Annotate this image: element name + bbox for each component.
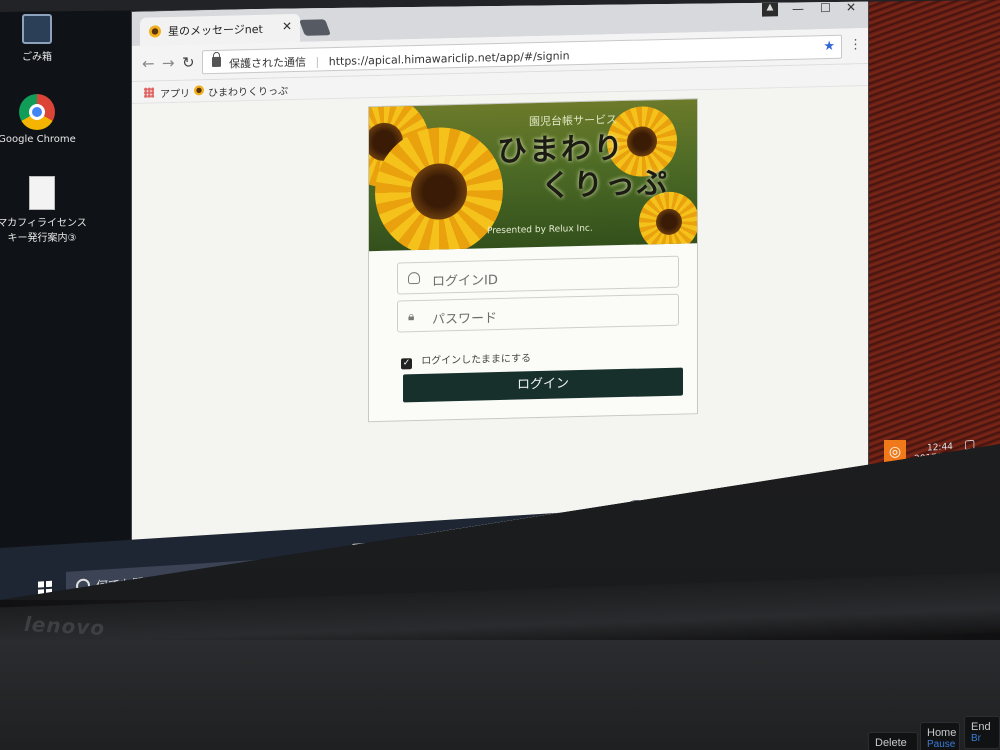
- key-label: End: [971, 721, 991, 733]
- login-id-placeholder: ログインID: [432, 273, 498, 290]
- minimize-icon[interactable]: —: [792, 2, 804, 16]
- remember-me-checkbox[interactable]: ✓ ログインしたままにする: [401, 349, 531, 370]
- tab-title: 星のメッセージnet: [168, 22, 263, 39]
- checkbox-checked-icon[interactable]: ✓: [401, 358, 412, 370]
- desktop-icon-mcafee-doc[interactable]: マカフィライセンスキー発行案内③: [0, 176, 88, 244]
- key-label: Home: [927, 727, 957, 739]
- reload-icon[interactable]: ↻: [182, 53, 195, 71]
- chrome-icon: [19, 94, 55, 130]
- sunflower-favicon-icon: [194, 85, 204, 96]
- desktop-icon-label: Google Chrome: [0, 134, 76, 145]
- banner-title-line2: くりっぷ: [541, 165, 669, 205]
- page-content: 園児台帳サービス ひまわり くりっぷ Presented by Relux In…: [132, 86, 868, 543]
- desktop-icon-label: ごみ箱: [22, 52, 52, 63]
- bookmark-star-icon[interactable]: ★: [823, 39, 835, 54]
- omnibox-separator: |: [315, 55, 320, 69]
- key-sublabel: Pause: [927, 739, 956, 750]
- login-id-field[interactable]: ログインID: [397, 255, 679, 295]
- tab-close-icon[interactable]: ✕: [282, 19, 292, 33]
- key-sublabel: Br: [971, 733, 981, 744]
- new-tab-button[interactable]: [299, 19, 331, 36]
- url-text: https://apical.himawariclip.net/app/#/si…: [328, 49, 570, 69]
- window-close-icon[interactable]: ✕: [846, 0, 856, 14]
- desktop-icon-label: マカフィライセンスキー発行案内③: [0, 218, 87, 244]
- desktop-icon-chrome[interactable]: Google Chrome: [0, 94, 82, 145]
- forward-arrow-icon[interactable]: →: [162, 54, 175, 72]
- remember-me-label: ログインしたままにする: [421, 353, 531, 367]
- security-label: 保護された通信: [229, 55, 306, 71]
- browser-window: 星のメッセージnet ✕ ▲ — ☐ ✕ ← → ↻ 保護された通信 | htt…: [132, 0, 868, 543]
- banner-title: ひまわり くりっぷ: [497, 130, 669, 206]
- banner-title-line1: ひまわり: [497, 130, 625, 170]
- end-key[interactable]: End Br: [964, 716, 1000, 749]
- photo: ◎ ごみ箱 Google Chrome マカフィライセンスキー発行案内③ 星のメ…: [0, 0, 1000, 750]
- banner-subtitle: 園児台帳サービス: [529, 113, 617, 129]
- sunflower-banner: 園児台帳サービス ひまわり くりっぷ Presented by Relux In…: [369, 99, 697, 252]
- password-placeholder: パスワード: [432, 311, 498, 328]
- laptop-keyboard-deck: [0, 640, 1000, 750]
- apps-grid-icon: [144, 87, 154, 98]
- banner-credit: Presented by Relux Inc.: [487, 223, 593, 237]
- maximize-icon[interactable]: ☐: [820, 1, 831, 15]
- bookmark-himawari[interactable]: ひまわりくりっぷ: [208, 82, 288, 99]
- login-card: 園児台帳サービス ひまわり くりっぷ Presented by Relux In…: [368, 98, 698, 423]
- profile-icon[interactable]: ▲: [762, 2, 778, 17]
- chrome-menu-icon[interactable]: ⋮: [849, 37, 862, 52]
- login-button[interactable]: ログイン: [403, 367, 683, 403]
- user-icon: [408, 271, 420, 285]
- lock-icon: [212, 56, 221, 68]
- back-arrow-icon[interactable]: ←: [142, 54, 155, 72]
- delete-key[interactable]: Delete: [868, 732, 918, 750]
- desktop-icon-recycle-bin[interactable]: ごみ箱: [0, 14, 82, 63]
- password-field[interactable]: 🔒︎ パスワード: [397, 293, 679, 333]
- recycle-bin-icon: [22, 14, 52, 44]
- sunflower-favicon-icon: [149, 25, 161, 38]
- document-icon: [29, 176, 55, 210]
- key-label: Delete: [875, 737, 907, 749]
- lenovo-logo: lenovo: [23, 611, 106, 641]
- lock-icon: 🔒︎: [408, 309, 415, 324]
- tab-active[interactable]: 星のメッセージnet ✕: [140, 13, 300, 46]
- home-key[interactable]: Home Pause: [920, 722, 960, 750]
- bookmark-apps[interactable]: アプリ: [160, 85, 190, 101]
